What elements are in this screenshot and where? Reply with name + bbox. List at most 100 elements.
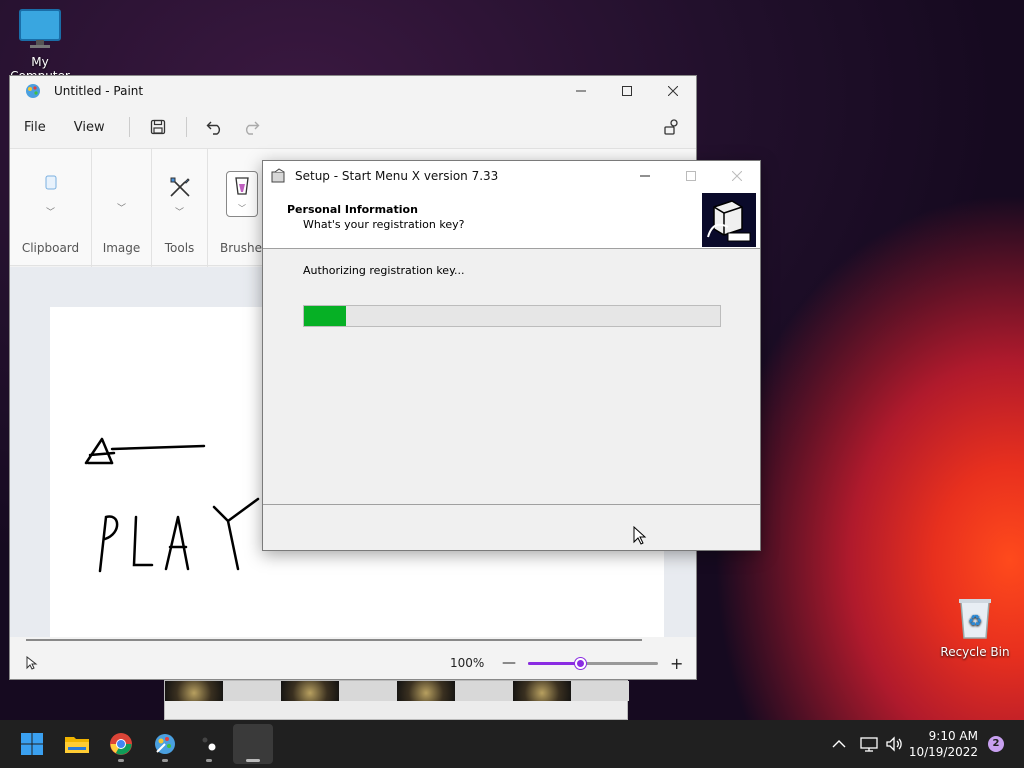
- progress-bar: [303, 305, 721, 327]
- chrome-icon: [110, 733, 132, 755]
- thumbnail-gap: [339, 681, 397, 701]
- page-title: Personal Information: [287, 203, 418, 216]
- thumbnail: [165, 681, 223, 701]
- progress-bar-fill: [304, 306, 346, 326]
- setup-app-icon: [271, 168, 285, 183]
- save-button[interactable]: [144, 113, 172, 141]
- mouse-cursor-icon: [633, 526, 647, 545]
- thumbnail-gap: [223, 681, 281, 701]
- notification-badge[interactable]: 2: [988, 736, 1004, 752]
- undo-icon: [206, 121, 220, 135]
- window-title: Setup - Start Menu X version 7.33: [295, 169, 499, 183]
- minimize-icon: [576, 90, 586, 92]
- zoom-out-button[interactable]: —: [502, 655, 516, 671]
- page-subtitle: What's your registration key?: [303, 218, 465, 231]
- redo-icon: [245, 121, 260, 135]
- maximize-button: [668, 161, 714, 191]
- menu-view[interactable]: View: [60, 120, 119, 135]
- status-text: Authorizing registration key...: [303, 264, 465, 277]
- pointer-icon: [26, 656, 38, 670]
- brush-icon: [235, 177, 249, 195]
- folder-icon: [65, 737, 89, 753]
- zoom-slider[interactable]: [528, 658, 658, 669]
- redo-button[interactable]: [237, 113, 265, 141]
- svg-text:♻: ♻: [968, 611, 982, 630]
- chevron-down-icon: ﹀: [116, 204, 127, 214]
- taskbar-setup[interactable]: [233, 724, 273, 764]
- clock-time: 9:10 AM: [928, 729, 978, 743]
- ribbon-group-clipboard[interactable]: ﹀ Clipboard: [10, 149, 92, 267]
- setup-logo: [702, 193, 756, 247]
- desktop-icon-my-computer[interactable]: My Computer: [0, 8, 80, 83]
- clipboard-icon: [45, 175, 56, 190]
- running-indicator: [246, 759, 260, 762]
- chevron-up-icon[interactable]: [832, 739, 846, 749]
- separator: [263, 504, 760, 505]
- windows-logo-icon: [21, 733, 43, 755]
- paint-app-icon: [155, 734, 175, 754]
- save-icon: [150, 119, 165, 135]
- running-indicator: [162, 759, 168, 762]
- taskbar: 9:10 AM 10/19/2022 2: [0, 720, 1024, 768]
- close-button[interactable]: [650, 76, 696, 106]
- menu-file[interactable]: File: [10, 120, 60, 135]
- paint-titlebar[interactable]: Untitled - Paint: [10, 76, 696, 106]
- clock-date: 10/19/2022: [908, 745, 978, 759]
- network-icon[interactable]: [860, 736, 878, 752]
- paint-app-icon: [26, 84, 40, 98]
- chevron-down-icon: ﹀: [238, 204, 246, 213]
- drawing-strokes: [84, 437, 260, 573]
- start-button[interactable]: [12, 724, 52, 764]
- tools-icon: [169, 177, 190, 197]
- desktop-icon-label: Recycle Bin: [940, 645, 1010, 659]
- minimize-icon: [640, 175, 650, 177]
- thumbnail: [513, 681, 571, 701]
- close-icon: [732, 171, 742, 181]
- recycle-bin-icon: ♻: [959, 599, 991, 639]
- close-icon: [668, 86, 678, 96]
- ribbon-group-image[interactable]: ﹀ Image: [92, 149, 152, 267]
- minimize-button[interactable]: [558, 76, 604, 106]
- chevron-down-icon: ﹀: [45, 208, 56, 218]
- thumbnail: [397, 681, 455, 701]
- chevron-down-icon: ﹀: [174, 208, 185, 218]
- separator: [128, 117, 130, 137]
- ribbon-group-tools[interactable]: ﹀ Tools: [152, 149, 208, 267]
- thumbnail: [281, 681, 339, 701]
- computer-box-icon: [707, 200, 751, 242]
- running-indicator: [118, 759, 124, 762]
- undo-button[interactable]: [201, 113, 229, 141]
- window-title: Untitled - Paint: [54, 84, 144, 98]
- volume-icon[interactable]: [886, 736, 904, 752]
- paint-statusbar: 100% — +: [10, 647, 696, 679]
- desktop-icon-recycle-bin[interactable]: ♻ Recycle Bin: [938, 596, 1012, 659]
- close-button: [714, 161, 760, 191]
- brush-button[interactable]: ﹀: [226, 171, 258, 217]
- maximize-button[interactable]: [604, 76, 650, 106]
- taskbar-paint[interactable]: [145, 724, 185, 764]
- share-icon: [664, 119, 678, 135]
- zoom-slider-fill: [528, 662, 580, 665]
- share-button[interactable]: [658, 113, 686, 141]
- running-indicator: [206, 759, 212, 762]
- maximize-icon: [622, 86, 632, 96]
- maximize-icon: [686, 171, 696, 181]
- app-dots-icon: [202, 737, 216, 751]
- taskbar-clock[interactable]: 9:10 AM 10/19/2022: [909, 728, 978, 760]
- setup-titlebar[interactable]: Setup - Start Menu X version 7.33: [263, 161, 760, 191]
- setup-header: Personal Information What's your registr…: [263, 191, 760, 249]
- separator: [185, 117, 187, 137]
- horizontal-scrollbar[interactable]: [26, 639, 642, 641]
- thumbnail-gap: [455, 681, 513, 701]
- ribbon-group-label: Clipboard: [21, 241, 80, 255]
- zoom-in-button[interactable]: +: [670, 654, 683, 673]
- zoom-level: 100%: [450, 656, 485, 670]
- paint-menubar: File View: [10, 110, 696, 144]
- taskbar-app-dots[interactable]: [189, 724, 229, 764]
- minimize-button[interactable]: [622, 161, 668, 191]
- zoom-slider-thumb[interactable]: [575, 658, 586, 669]
- monitor-icon: [19, 9, 61, 48]
- taskbar-chrome[interactable]: [101, 724, 141, 764]
- system-tray: [832, 720, 904, 768]
- taskbar-file-explorer[interactable]: [57, 724, 97, 764]
